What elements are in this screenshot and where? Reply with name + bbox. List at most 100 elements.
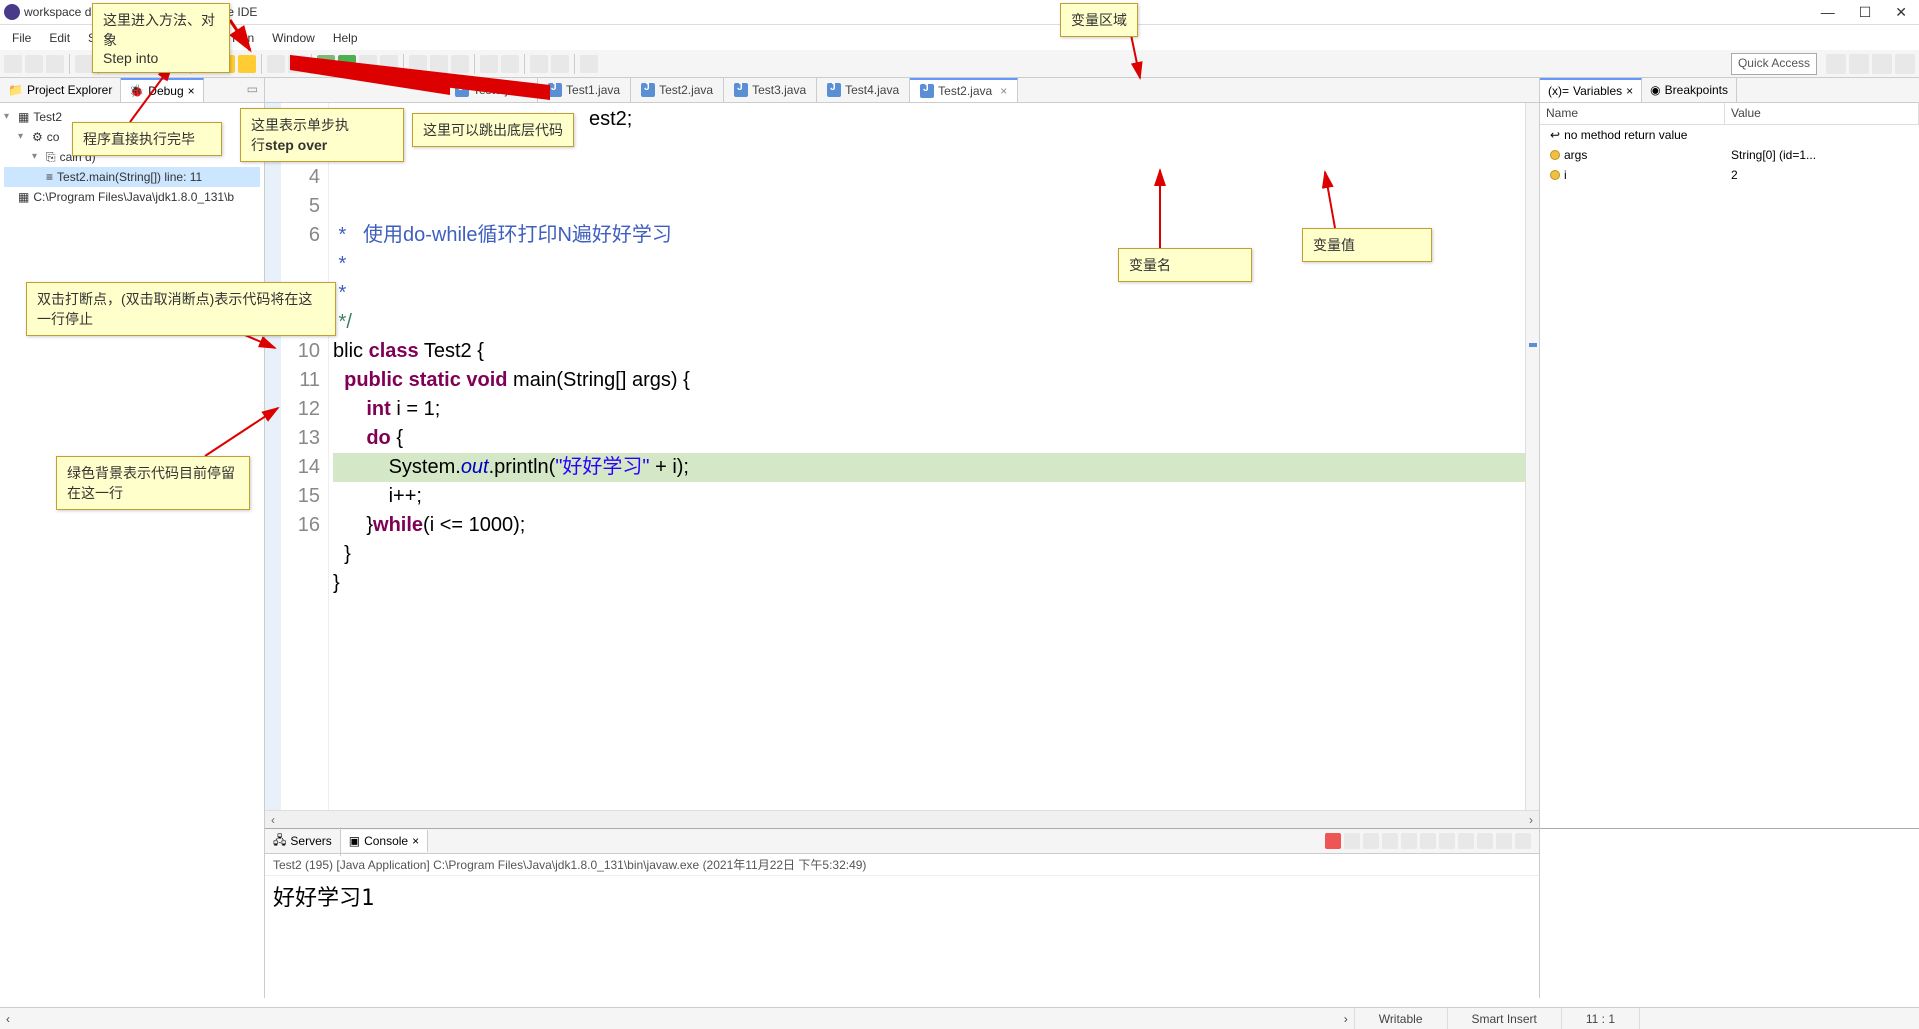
tab-console[interactable]: ▣ Console × — [341, 830, 428, 852]
skip-breakpoints-icon[interactable] — [75, 55, 93, 73]
coverage-icon[interactable] — [359, 55, 377, 73]
col-value[interactable]: Value — [1725, 103, 1919, 124]
code-line: i++; — [333, 482, 1525, 511]
save-all-icon[interactable] — [46, 55, 64, 73]
variables-header: Name Value — [1540, 103, 1919, 125]
tab-debug[interactable]: 🐞 Debug × — [121, 78, 203, 102]
pin-console-icon[interactable] — [1439, 833, 1455, 849]
search-icon[interactable] — [480, 55, 498, 73]
new-class-icon[interactable] — [430, 55, 448, 73]
tab-variables[interactable]: (x)= Variables × — [1540, 78, 1642, 102]
remove-all-icon[interactable] — [1363, 833, 1379, 849]
step-return-icon[interactable] — [238, 55, 256, 73]
code-area[interactable]: est2; * 使用do-while循环打印N遍好好学习 * * */blic … — [329, 103, 1525, 810]
editor-body[interactable]: 3456910111213141516 est2; * 使用do-while循环… — [265, 103, 1539, 810]
tab-label: Test1.java — [566, 83, 620, 97]
run-icon[interactable] — [338, 55, 356, 73]
code-line: */ — [333, 308, 1525, 337]
debug-perspective-icon[interactable] — [1872, 54, 1892, 74]
scroll-left-icon[interactable]: ‹ — [265, 813, 281, 827]
editor-tab[interactable]: Test5.java — [445, 78, 538, 102]
thread-icon: ⎘ — [46, 148, 56, 166]
close-icon[interactable]: ✕ — [1895, 4, 1907, 21]
close-icon[interactable]: × — [188, 84, 195, 98]
console-output[interactable]: 好好学习1 — [265, 876, 1539, 998]
editor-tab[interactable]: Test3.java — [724, 78, 817, 102]
variable-row[interactable]: ↩no method return value — [1540, 125, 1919, 145]
clear-console-icon[interactable] — [1382, 833, 1398, 849]
min-icon[interactable] — [1496, 833, 1512, 849]
close-icon[interactable]: × — [1000, 84, 1007, 98]
drop-frame-icon[interactable] — [267, 55, 285, 73]
editor-scrollbar[interactable]: ‹ › — [265, 810, 1539, 828]
code-line: blic class Test2 { — [333, 337, 1525, 366]
tab-label: Test2.java — [659, 83, 713, 97]
scroll-lock-icon[interactable] — [1401, 833, 1417, 849]
editor-tabs: Test5.java Test1.java Test2.java Test3.java… — [265, 78, 1539, 103]
java-launch-icon: ▦ — [18, 108, 29, 126]
variables-rows: ↩no method return valueargsString[0] (id… — [1540, 125, 1919, 185]
forward-icon[interactable] — [551, 55, 569, 73]
editor-tab[interactable]: Test1.java — [538, 78, 631, 102]
editor-tab[interactable]: Test2.java — [631, 78, 724, 102]
center-panel: Test5.java Test1.java Test2.java Test3.java… — [265, 78, 1539, 998]
scroll-right-icon[interactable]: › — [1523, 813, 1539, 827]
close-icon[interactable]: × — [412, 834, 419, 848]
java-perspective-icon[interactable] — [1849, 54, 1869, 74]
minimize-view-icon[interactable]: ▭ — [241, 78, 264, 102]
breakpoint-ruler[interactable] — [265, 103, 281, 810]
var-name: no method return value — [1564, 128, 1687, 142]
menu-window[interactable]: Window — [264, 29, 323, 47]
editor-tab[interactable]: Test2.java× — [910, 78, 1018, 102]
terminate-console-icon[interactable] — [1325, 833, 1341, 849]
minimize-icon[interactable]: — — [1821, 4, 1835, 21]
tab-servers[interactable]: 🖧 Servers — [265, 827, 341, 856]
maximize-icon[interactable]: ☐ — [1859, 4, 1872, 21]
back-icon[interactable] — [530, 55, 548, 73]
code-line: System.out.println("好好学习" + i); — [333, 453, 1525, 482]
save-icon[interactable] — [25, 55, 43, 73]
open-type-icon[interactable] — [451, 55, 469, 73]
javaee-perspective-icon[interactable] — [1895, 54, 1915, 74]
debug-icon[interactable] — [317, 55, 335, 73]
vm-icon: ▦ — [18, 188, 29, 206]
pin-icon[interactable] — [580, 55, 598, 73]
tab-breakpoints[interactable]: ◉ Breakpoints — [1642, 78, 1737, 102]
close-icon[interactable]: × — [1626, 84, 1633, 98]
menu-help[interactable]: Help — [325, 29, 366, 47]
open-console-icon[interactable] — [1477, 833, 1493, 849]
java-file-icon — [548, 83, 562, 97]
tab-label: Project Explorer — [27, 83, 112, 97]
overview-ruler[interactable] — [1525, 103, 1539, 810]
ext-tools-icon[interactable] — [380, 55, 398, 73]
scroll-right-icon[interactable]: › — [1338, 1012, 1354, 1026]
tree-node-stackframe[interactable]: ≡Test2.main(String[]) line: 11 — [4, 167, 260, 187]
variable-row[interactable]: argsString[0] (id=1... — [1540, 145, 1919, 165]
menu-file[interactable]: File — [4, 29, 39, 47]
breakpoints-icon: ◉ — [1650, 83, 1660, 97]
tab-project-explorer[interactable]: 📁 Project Explorer — [0, 78, 121, 102]
col-name[interactable]: Name — [1540, 103, 1725, 124]
variable-row[interactable]: i2 — [1540, 165, 1919, 185]
debug-tree: ▾▦Test2 ▾⚙co ▾⎘calh d) ≡Test2.main(Strin… — [0, 103, 264, 211]
quick-access-input[interactable]: Quick Access — [1731, 53, 1817, 75]
console-launch-info: Test2 (195) [Java Application] C:\Progra… — [265, 854, 1539, 876]
editor-tab[interactable]: Test4.java — [817, 78, 910, 102]
tree-node-jdk[interactable]: ▦C:\Program Files\Java\jdk1.8.0_131\b — [4, 187, 260, 207]
menu-edit[interactable]: Edit — [41, 29, 78, 47]
code-line: } — [333, 540, 1525, 569]
word-wrap-icon[interactable] — [1420, 833, 1436, 849]
code-line: } — [333, 569, 1525, 598]
scroll-left-icon[interactable]: ‹ — [0, 1012, 16, 1026]
status-writable: Writable — [1354, 1008, 1447, 1029]
display-console-icon[interactable] — [1458, 833, 1474, 849]
code-line: do { — [333, 424, 1525, 453]
new-icon[interactable] — [4, 55, 22, 73]
remove-launch-icon[interactable] — [1344, 833, 1360, 849]
max-icon[interactable] — [1515, 833, 1531, 849]
main-area: 📁 Project Explorer 🐞 Debug × ▭ ▾▦Test2 ▾… — [0, 78, 1919, 998]
open-perspective-icon[interactable] — [1826, 54, 1846, 74]
new-package-icon[interactable] — [409, 55, 427, 73]
annotation-icon[interactable] — [501, 55, 519, 73]
step-filters-icon[interactable] — [288, 55, 306, 73]
